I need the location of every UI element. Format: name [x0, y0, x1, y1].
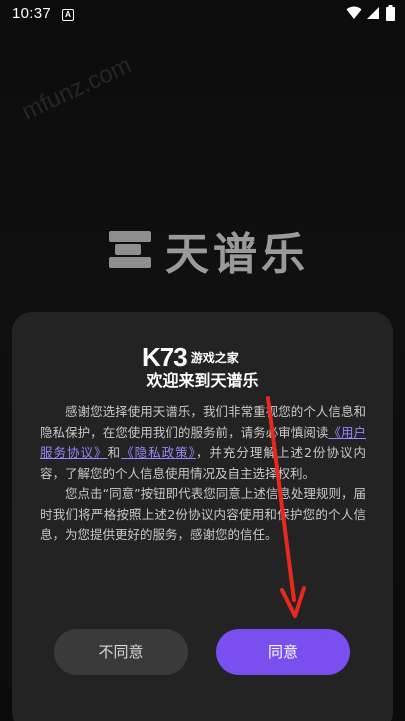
dialog-paragraph-1: 感谢您选择使用天谱乐，我们非常重视您的个人信息和隐私保护，在您使用我们的服务前，… — [40, 402, 366, 484]
battery-icon — [386, 5, 395, 21]
app-logo: 天谱乐 — [105, 218, 309, 282]
paragraph-text: 感谢您选择使用天谱乐，我们非常重视您的个人信息和隐私保护，在您使用我们的服务前，… — [40, 404, 366, 440]
signal-icon — [367, 7, 379, 19]
dialog-paragraph-2: 您点击“同意”按钮即代表您同意上述信息处理规则，届时我们将严格按照上述2份协议内… — [40, 486, 366, 542]
disagree-button[interactable]: 不同意 — [54, 629, 188, 675]
status-time: 10:37 — [12, 5, 52, 22]
status-bar: 10:37 A — [0, 0, 405, 30]
dialog-title: 欢迎来到天谱乐 — [146, 371, 259, 390]
dialog-body: 感谢您选择使用天谱乐，我们非常重视您的个人信息和隐私保护，在您使用我们的服务前，… — [40, 402, 366, 546]
watermark-text: mfunz.com — [17, 51, 136, 126]
notification-a-icon: A — [62, 9, 74, 21]
agree-button[interactable]: 同意 — [216, 629, 350, 675]
privacy-policy-link[interactable]: 《隐私政策》 — [121, 445, 196, 460]
wifi-icon — [346, 6, 362, 19]
paragraph-text: 和 — [107, 445, 122, 460]
privacy-dialog: K73 游戏之家 欢迎来到天谱乐 感谢您选择使用天谱乐，我们非常重视您的个人信息… — [12, 312, 393, 721]
app-logo-mark-icon — [109, 231, 151, 268]
splash-screen: 10:37 A mfunz.com mfunz.com 魔趣网 天谱乐 K73 … — [0, 0, 405, 721]
app-name: 天谱乐 — [165, 229, 309, 280]
site-logo-name: 游戏之家 — [190, 351, 239, 365]
